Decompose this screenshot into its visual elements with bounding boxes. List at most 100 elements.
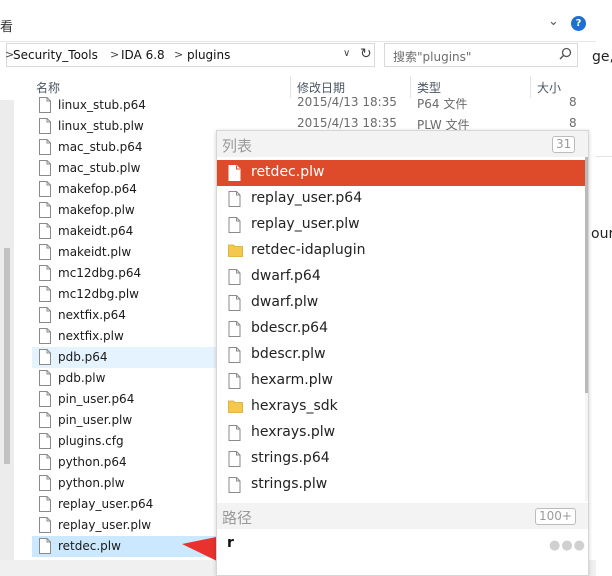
popup-result-label: bdescr.plw (251, 346, 326, 362)
column-header-date[interactable]: 修改日期 (297, 79, 345, 96)
file-row[interactable]: makeidt.plw (32, 242, 216, 263)
file-name: mc12dbg.plw (58, 287, 139, 301)
file-row[interactable]: mc12dbg.p64 (32, 263, 216, 284)
file-name: pin_user.p64 (58, 392, 135, 406)
column-divider[interactable] (290, 76, 291, 98)
list-section-header: 列表 31 (217, 131, 588, 157)
popup-result-item[interactable]: bdescr.p64 (217, 316, 585, 342)
file-row[interactable]: replay_user.p64 (32, 494, 216, 515)
file-icon (38, 223, 52, 242)
file-icon (38, 286, 52, 305)
file-row[interactable]: nextfix.plw (32, 326, 216, 347)
file-row[interactable]: makefop.p64 (32, 179, 216, 200)
file-row[interactable]: pdb.plw (32, 368, 216, 389)
file-row[interactable]: pdb.p64 (32, 347, 216, 368)
file-icon (228, 425, 241, 444)
column-header-name[interactable]: 名称 (36, 79, 60, 96)
popup-result-item[interactable]: hexrays.plw (217, 420, 585, 446)
file-icon (228, 295, 241, 314)
file-row[interactable]: plugins.cfg (32, 431, 216, 452)
breadcrumb-plugins[interactable]: plugins (187, 48, 230, 62)
popup-result-item[interactable]: dwarf.plw (217, 290, 585, 316)
popup-result-item[interactable]: strings.p64 (217, 446, 585, 472)
file-icon (38, 202, 52, 221)
column-header-size[interactable]: 大小 (537, 79, 561, 96)
file-row[interactable]: python.plw (32, 473, 216, 494)
file-row[interactable]: retdec.plw (32, 536, 216, 557)
list-section-title: 列表 (222, 137, 253, 155)
file-icon (38, 496, 52, 515)
breadcrumb-security-tools[interactable]: Security_Tools (13, 48, 98, 62)
address-bar[interactable]: > Security_Tools > IDA 6.8 > plugins ∨ ↻ (5, 43, 375, 67)
popup-result-item[interactable]: retdec-idaplugin (217, 238, 585, 264)
popup-result-item[interactable]: replay_user.p64 (217, 186, 585, 212)
file-name: nextfix.plw (58, 329, 124, 343)
file-row[interactable]: nextfix.p64 (32, 305, 216, 326)
file-icon (38, 118, 52, 137)
file-icon (228, 217, 241, 236)
address-dropdown-icon[interactable]: ∨ (343, 48, 350, 59)
column-header-type[interactable]: 类型 (417, 79, 441, 96)
breadcrumb-separator[interactable]: > (110, 48, 119, 61)
search-box[interactable]: 搜索"plugins" (384, 43, 578, 67)
file-icon (228, 165, 241, 184)
popup-query-input[interactable]: r ●●● (217, 529, 588, 575)
help-icon[interactable]: ? (571, 16, 586, 31)
popup-scroll-thumb[interactable] (585, 157, 588, 393)
column-divider[interactable] (530, 76, 531, 98)
file-name: pdb.p64 (58, 350, 108, 364)
file-row[interactable]: makeidt.p64 (32, 221, 216, 242)
popup-result-label: hexrays.plw (251, 424, 336, 440)
popup-result-label: hexarm.plw (251, 372, 333, 388)
file-name: python.plw (58, 476, 125, 490)
ribbon-partial-text: 看 (0, 20, 14, 35)
breadcrumb-ida[interactable]: IDA 6.8 (121, 48, 165, 62)
file-date: 2015/4/13 18:35 (297, 116, 397, 130)
popup-result-item[interactable]: hexarm.plw (217, 368, 585, 394)
quick-search-popup: 列表 31 retdec.plw replay_user.p64 replay_us… (216, 130, 589, 576)
popup-result-item[interactable]: retdec.plw (217, 160, 585, 186)
popup-result-item[interactable]: dwarf.p64 (217, 264, 585, 290)
file-row[interactable]: pin_user.p64 (32, 389, 216, 410)
column-divider[interactable] (410, 76, 411, 98)
file-icon (228, 451, 241, 470)
search-icon[interactable] (557, 46, 573, 62)
popup-result-item[interactable]: strings.plw (217, 472, 585, 498)
file-name: mac_stub.plw (58, 161, 141, 175)
loading-dots-icon: ●●● (549, 538, 587, 553)
popup-result-item[interactable]: hexrays_sdk (217, 394, 585, 420)
popup-result-item[interactable]: replay_user.plw (217, 212, 585, 238)
file-name: mac_stub.p64 (58, 140, 143, 154)
file-icon (38, 517, 52, 536)
file-row[interactable]: makefop.plw (32, 200, 216, 221)
chevron-down-icon[interactable]: ⌄ (548, 14, 559, 29)
file-icon (228, 321, 241, 340)
file-name: linux_stub.p64 (58, 98, 146, 112)
breadcrumb-separator[interactable]: > (174, 48, 183, 61)
file-date: 2015/4/13 18:35 (297, 95, 397, 109)
file-row[interactable]: python.p64 (32, 452, 216, 473)
file-row[interactable]: pin_user.plw (32, 410, 216, 431)
popup-result-item[interactable]: bdescr.plw (217, 342, 585, 368)
file-row[interactable]: mc12dbg.plw (32, 284, 216, 305)
edge-text-fragment: ge, (592, 49, 612, 65)
edge-text-fragment: our (591, 226, 612, 242)
popup-query-text: r (227, 535, 234, 551)
file-row[interactable]: mac_stub.plw (32, 158, 216, 179)
file-name: retdec.plw (58, 539, 121, 553)
file-row[interactable]: replay_user.plw (32, 515, 216, 536)
refresh-icon[interactable]: ↻ (360, 46, 372, 62)
file-icon (38, 412, 52, 431)
file-row[interactable]: linux_stub.p64 (32, 95, 216, 116)
file-icon (38, 97, 52, 116)
file-row[interactable]: mac_stub.p64 (32, 137, 216, 158)
navigation-pane-scroll-thumb[interactable] (4, 248, 10, 464)
file-row[interactable]: linux_stub.plw (32, 116, 216, 137)
file-icon (38, 538, 52, 557)
file-icon (38, 370, 52, 389)
file-icon (228, 191, 241, 210)
popup-result-label: replay_user.p64 (251, 190, 363, 206)
file-name: mc12dbg.p64 (58, 266, 142, 280)
file-name: plugins.cfg (58, 434, 124, 448)
file-icon (228, 347, 241, 366)
